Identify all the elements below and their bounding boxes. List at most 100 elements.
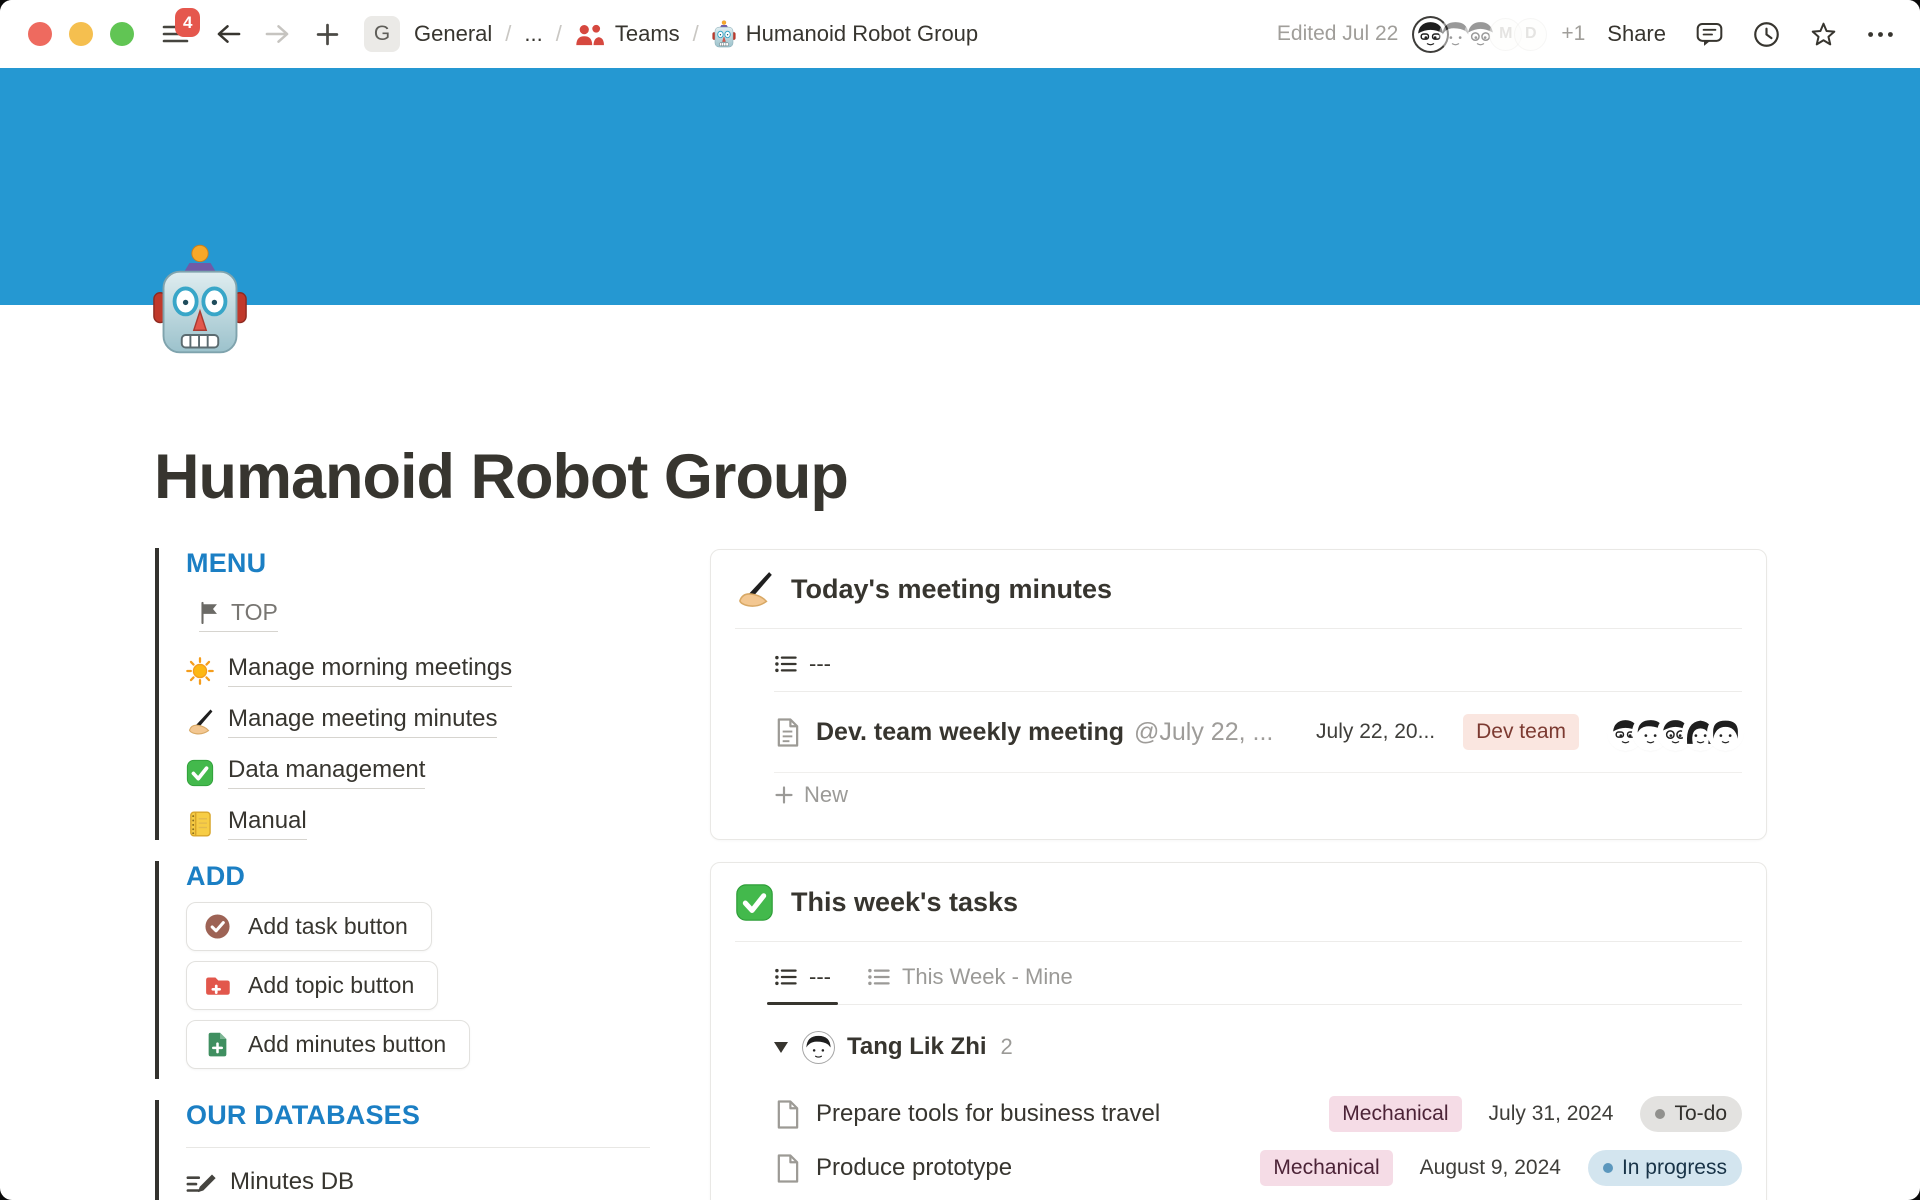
more-options-button[interactable] <box>1867 21 1894 48</box>
task-circle-check-icon <box>204 913 231 940</box>
clock-icon <box>1753 21 1780 48</box>
avatar-overflow-count[interactable]: +1 <box>1561 22 1585 46</box>
category-tag: Mechanical <box>1260 1150 1392 1186</box>
notion-window: 4 G General / ... / Teams / Humanoid Rob… <box>0 0 1920 1200</box>
avatar <box>1709 716 1742 749</box>
databases-section: OUR DATABASES Minutes DB <box>155 1100 660 1200</box>
document-plus-icon <box>204 1031 231 1058</box>
list-view-icon <box>774 967 798 987</box>
view-tabs: --- <box>774 629 1742 692</box>
history-button[interactable] <box>1753 21 1780 48</box>
add-button-label: Add minutes button <box>248 1031 446 1058</box>
back-button[interactable] <box>215 22 242 46</box>
category-tag: Mechanical <box>1329 1096 1461 1132</box>
menu-link-meeting-minutes[interactable]: Manage meeting minutes <box>186 705 660 738</box>
left-column: MENU TOP Manage morning meetings Manage … <box>155 548 660 1200</box>
task-title[interactable]: Produce prototype <box>816 1154 1012 1182</box>
list-view-icon <box>774 654 798 674</box>
menu-link-morning-meetings[interactable]: Manage morning meetings <box>186 654 660 687</box>
page-icon-robot[interactable] <box>152 242 248 357</box>
ellipsis-icon <box>1867 21 1894 48</box>
breadcrumb-general[interactable]: General <box>414 21 492 47</box>
plus-icon <box>315 22 340 47</box>
new-meeting-button[interactable]: New <box>774 773 1742 817</box>
comments-button[interactable] <box>1696 21 1723 48</box>
teams-icon <box>575 22 605 47</box>
add-topic-button[interactable]: Add topic button <box>186 961 438 1010</box>
db-link-label: Minutes DB <box>230 1168 354 1200</box>
task-row[interactable]: Prepare tools for business travel Mechan… <box>774 1087 1742 1141</box>
close-window-button[interactable] <box>28 22 52 46</box>
new-label: New <box>804 782 848 808</box>
share-button[interactable]: Share <box>1607 21 1666 47</box>
add-task-button[interactable]: Add task button <box>186 902 432 951</box>
minimize-window-button[interactable] <box>69 22 93 46</box>
breadcrumb: General / ... / Teams / Humanoid Robot G… <box>414 20 978 48</box>
page-cover[interactable] <box>0 68 1920 305</box>
menu-item-label: Manual <box>228 807 307 840</box>
due-date: July 31, 2024 <box>1489 1102 1614 1126</box>
status-badge: To-do <box>1640 1096 1742 1132</box>
meeting-row[interactable]: Dev. team weekly meeting @July 22, ... J… <box>774 692 1742 773</box>
sidebar-toggle-button[interactable]: 4 <box>162 22 189 46</box>
add-section: ADD Add task button Add topic button Add… <box>155 861 660 1079</box>
page-icon <box>774 717 801 748</box>
tab-default-view[interactable]: --- <box>774 964 831 990</box>
menu-link-manual[interactable]: Manual <box>186 807 660 840</box>
minutes-db-link[interactable]: Minutes DB <box>186 1168 354 1200</box>
tab-default-view[interactable]: --- <box>774 651 831 677</box>
back-arrow-icon <box>215 22 242 46</box>
notification-badge: 4 <box>175 8 200 37</box>
menu-link-top[interactable]: TOP <box>199 599 278 632</box>
star-icon <box>1810 21 1837 48</box>
group-header[interactable]: Tang Lik Zhi 2 <box>774 1025 1742 1069</box>
traffic-lights <box>28 22 134 46</box>
folder-plus-icon <box>204 972 231 999</box>
sun-icon <box>186 657 214 685</box>
group-name: Tang Lik Zhi <box>847 1033 987 1061</box>
tab-label: --- <box>809 964 831 990</box>
meeting-title[interactable]: Dev. team weekly meeting <box>816 718 1124 747</box>
menu-item-label: Data management <box>228 756 425 789</box>
tab-this-week-mine[interactable]: This Week - Mine <box>867 964 1073 990</box>
avatar <box>803 1032 834 1063</box>
forward-arrow-icon <box>264 22 291 46</box>
page-icon <box>774 1153 801 1184</box>
task-title[interactable]: Prepare tools for business travel <box>816 1100 1160 1128</box>
forward-button[interactable] <box>264 22 291 46</box>
favorite-button[interactable] <box>1810 21 1837 48</box>
task-row[interactable]: Produce prototype Mechanical August 9, 2… <box>774 1141 1742 1195</box>
breadcrumb-current-page[interactable]: Humanoid Robot Group <box>746 21 978 47</box>
tab-label: This Week - Mine <box>902 964 1073 990</box>
check-mark-icon <box>735 883 774 922</box>
add-minutes-button[interactable]: Add minutes button <box>186 1020 470 1069</box>
viewer-avatars: M D <box>1414 18 1547 51</box>
breadcrumb-teams[interactable]: Teams <box>615 21 680 47</box>
new-page-button[interactable] <box>315 22 340 47</box>
right-column: Today's meeting minutes --- Dev. team we… <box>710 549 1767 1200</box>
breadcrumb-separator: / <box>505 21 511 47</box>
collapse-triangle-icon[interactable] <box>774 1042 788 1053</box>
check-mark-icon <box>186 759 214 787</box>
notebook-icon <box>186 810 214 838</box>
zoom-window-button[interactable] <box>110 22 134 46</box>
comment-icon <box>1696 21 1723 48</box>
list-view-icon <box>867 967 891 987</box>
breadcrumb-ellipsis[interactable]: ... <box>524 21 542 47</box>
workspace-badge[interactable]: G <box>364 16 400 52</box>
status-badge: In progress <box>1588 1150 1742 1186</box>
meeting-date: July 22, 20... <box>1316 720 1435 744</box>
menu-link-data-management[interactable]: Data management <box>186 756 660 789</box>
flag-icon <box>199 601 220 624</box>
status-dot <box>1603 1163 1613 1173</box>
robot-emoji-icon <box>712 20 736 48</box>
page-title[interactable]: Humanoid Robot Group <box>154 441 848 513</box>
menu-item-label: Manage morning meetings <box>228 654 512 687</box>
weekly-tasks-card: This week's tasks --- This Week - Mine <box>710 862 1767 1200</box>
card-header: Today's meeting minutes <box>735 550 1742 629</box>
avatar-initial-d[interactable]: D <box>1514 18 1547 51</box>
group-count: 2 <box>1001 1034 1013 1060</box>
databases-heading: OUR DATABASES <box>186 1100 660 1131</box>
date-mention: @July 22, ... <box>1134 718 1273 747</box>
team-tag: Dev team <box>1463 714 1579 750</box>
